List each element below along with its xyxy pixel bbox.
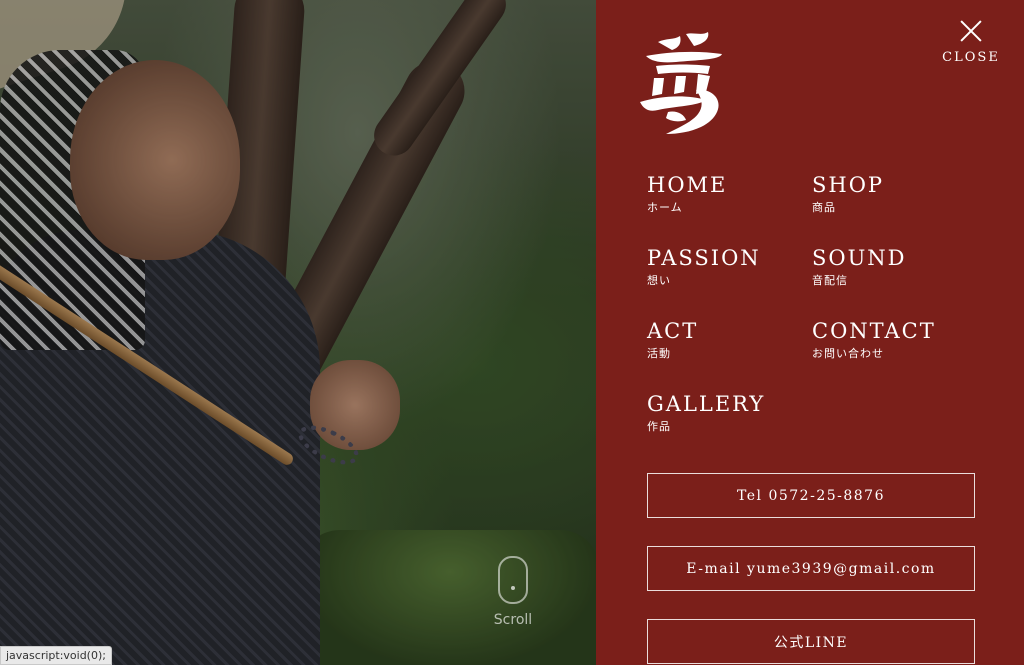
nav-sublabel: ホーム — [647, 201, 683, 214]
nav-item-passion[interactable]: PASSION 想い — [647, 245, 807, 288]
nav-label: CONTACT — [812, 319, 936, 343]
nav-item-sound[interactable]: SOUND 音配信 — [812, 245, 972, 288]
nav-item-contact[interactable]: CONTACT お問い合わせ — [812, 318, 972, 361]
nav-label: SHOP — [812, 173, 885, 197]
nav-label: HOME — [647, 173, 728, 197]
nav-item-shop[interactable]: SHOP 商品 — [812, 172, 972, 215]
tel-button[interactable]: Tel 0572-25-8876 — [647, 473, 975, 518]
nav-sublabel: 音配信 — [812, 274, 848, 287]
nav-sublabel: 想い — [647, 274, 671, 287]
email-button[interactable]: E-mail yume3939@gmail.com — [647, 546, 975, 591]
scroll-label: Scroll — [493, 612, 533, 628]
nav-item-act[interactable]: ACT 活動 — [647, 318, 807, 361]
nav-label: ACT — [647, 319, 699, 343]
hero-photo: Scroll — [0, 0, 596, 665]
nav-item-home[interactable]: HOME ホーム — [647, 172, 807, 215]
yume-calligraphy-logo[interactable] — [636, 30, 728, 136]
scroll-indicator[interactable]: Scroll — [491, 556, 535, 628]
nav-label: PASSION — [647, 246, 761, 270]
nav-label: GALLERY — [647, 392, 766, 416]
nav-sublabel: お問い合わせ — [812, 347, 884, 360]
browser-status-bar: javascript:void(0); — [0, 646, 112, 665]
nav-sublabel: 活動 — [647, 347, 671, 360]
nav-item-gallery[interactable]: GALLERY 作品 — [647, 391, 807, 434]
nav-label: SOUND — [812, 246, 907, 270]
line-button[interactable]: 公式LINE — [647, 619, 975, 664]
mouse-scroll-icon — [498, 556, 528, 604]
close-icon — [958, 18, 984, 44]
close-button[interactable]: CLOSE — [941, 18, 1001, 65]
nav-sublabel: 商品 — [812, 201, 836, 214]
nav-sublabel: 作品 — [647, 420, 671, 433]
close-label: CLOSE — [942, 50, 1000, 65]
menu-panel: CLOSE HOME ホーム SHOP 商品 PASSION 想い SOUND … — [596, 0, 1024, 665]
